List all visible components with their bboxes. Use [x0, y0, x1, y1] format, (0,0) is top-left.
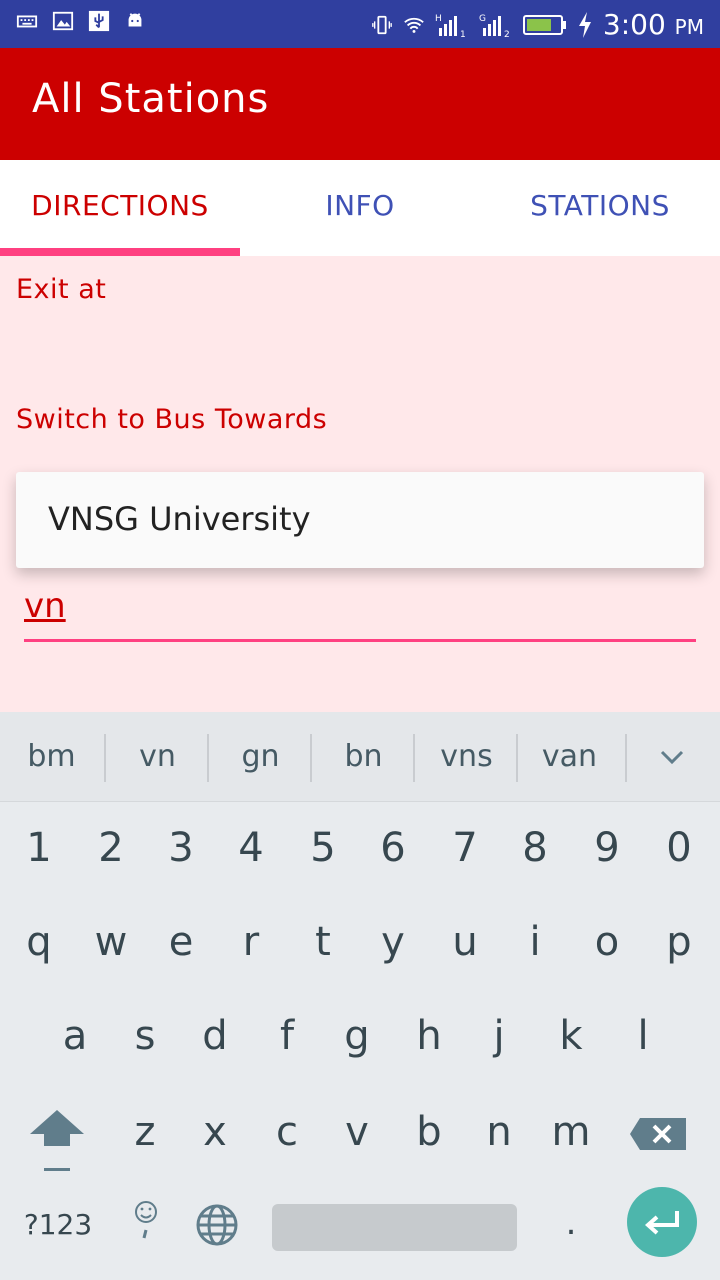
clock: 3:00 PM — [603, 8, 704, 41]
tab-directions[interactable]: DIRECTIONS — [0, 160, 240, 256]
input-value: vn — [24, 586, 66, 626]
key-o[interactable]: o — [572, 902, 642, 982]
sim2-network-label: G — [479, 14, 486, 24]
tab-bar: DIRECTIONS INFO STATIONS — [0, 160, 720, 256]
key-p[interactable]: p — [644, 902, 714, 982]
keyboard-suggestion[interactable]: vn — [106, 712, 209, 802]
status-bar: H1 G2 3:00 PM — [0, 0, 720, 48]
backspace-icon[interactable] — [628, 1106, 698, 1166]
key-v[interactable]: v — [322, 1092, 392, 1172]
tab-stations[interactable]: STATIONS — [480, 160, 720, 256]
key-0[interactable]: 0 — [644, 808, 714, 888]
keyboard-suggestion[interactable]: gn — [209, 712, 312, 802]
directions-panel: Exit at Switch to Bus Towards VNSG Unive… — [0, 256, 720, 712]
suggestion-divider — [625, 734, 627, 782]
key-2[interactable]: 2 — [76, 808, 146, 888]
app-bar: All Stations — [0, 48, 720, 160]
key-c[interactable]: c — [252, 1092, 322, 1172]
key-e[interactable]: e — [146, 902, 216, 982]
key-7[interactable]: 7 — [430, 808, 500, 888]
key-m[interactable]: m — [536, 1092, 606, 1172]
signal-sim1-icon: H1 — [435, 14, 466, 38]
wifi-icon — [404, 17, 424, 33]
key-8[interactable]: 8 — [500, 808, 570, 888]
keyboard-suggestion[interactable]: van — [518, 712, 621, 802]
key-t[interactable]: t — [288, 902, 358, 982]
key-f[interactable]: f — [252, 996, 322, 1076]
status-left-icons — [16, 10, 146, 32]
soft-keyboard: bm vn gn bn vns van 1 2 3 4 5 6 7 8 9 0 … — [0, 712, 720, 1280]
key-s[interactable]: s — [110, 996, 180, 1076]
keyboard-suggestion[interactable]: bm — [0, 712, 103, 802]
clock-time: 3:00 — [602, 8, 666, 41]
key-3[interactable]: 3 — [146, 808, 216, 888]
usb-icon — [88, 10, 110, 32]
key-q[interactable]: q — [4, 902, 74, 982]
key-y[interactable]: y — [358, 902, 428, 982]
key-z[interactable]: z — [110, 1092, 180, 1172]
emoji-icon[interactable] — [122, 1194, 172, 1264]
charging-icon — [578, 11, 591, 38]
key-w[interactable]: w — [76, 902, 146, 982]
keyboard-icon — [16, 15, 38, 28]
key-j[interactable]: j — [464, 996, 534, 1076]
key-6[interactable]: 6 — [358, 808, 428, 888]
symbols-key[interactable]: ?123 — [8, 1190, 108, 1260]
tab-info[interactable]: INFO — [240, 160, 480, 256]
svg-text:1: 1 — [460, 30, 466, 38]
keyboard-suggestion[interactable]: bn — [312, 712, 415, 802]
key-l[interactable]: l — [608, 996, 678, 1076]
svg-text:2: 2 — [504, 30, 510, 38]
key-b[interactable]: b — [394, 1092, 464, 1172]
key-d[interactable]: d — [180, 996, 250, 1076]
enter-key[interactable] — [627, 1187, 697, 1257]
key-g[interactable]: g — [322, 996, 392, 1076]
key-h[interactable]: h — [394, 996, 464, 1076]
bus-destination-input[interactable]: vn — [24, 578, 696, 642]
key-a[interactable]: a — [40, 996, 110, 1076]
chevron-down-icon[interactable] — [628, 712, 720, 802]
exit-at-label: Exit at — [16, 274, 107, 305]
key-1[interactable]: 1 — [4, 808, 74, 888]
vibrate-icon — [372, 15, 392, 34]
key-u[interactable]: u — [430, 902, 500, 982]
key-k[interactable]: k — [536, 996, 606, 1076]
keyboard-suggestion-strip: bm vn gn bn vns van — [0, 712, 720, 802]
status-right-icons: H1 G2 3:00 PM — [371, 8, 704, 41]
key-n[interactable]: n — [464, 1092, 534, 1172]
keyboard-suggestion[interactable]: vns — [415, 712, 518, 802]
switch-bus-label: Switch to Bus Towards — [16, 404, 328, 435]
image-icon — [52, 11, 74, 31]
key-x[interactable]: x — [180, 1092, 250, 1172]
key-9[interactable]: 9 — [572, 808, 642, 888]
autocomplete-suggestion[interactable]: VNSG University — [16, 472, 704, 568]
key-i[interactable]: i — [500, 902, 570, 982]
suggestion-text: VNSG University — [48, 500, 311, 538]
enter-arrow-icon — [644, 1211, 679, 1235]
globe-icon[interactable] — [188, 1196, 246, 1254]
clock-ampm: PM — [674, 15, 704, 39]
signal-sim2-icon: G2 — [479, 14, 510, 38]
shift-arrow-icon[interactable] — [22, 1106, 92, 1182]
page-title: All Stations — [32, 76, 270, 122]
key-r[interactable]: r — [216, 902, 286, 982]
sim1-network-label: H — [435, 14, 442, 24]
key-4[interactable]: 4 — [216, 808, 286, 888]
android-icon — [128, 13, 142, 27]
battery-icon — [522, 14, 566, 35]
period-key[interactable]: . — [546, 1188, 596, 1258]
key-5[interactable]: 5 — [288, 808, 358, 888]
space-bar[interactable] — [272, 1204, 517, 1251]
